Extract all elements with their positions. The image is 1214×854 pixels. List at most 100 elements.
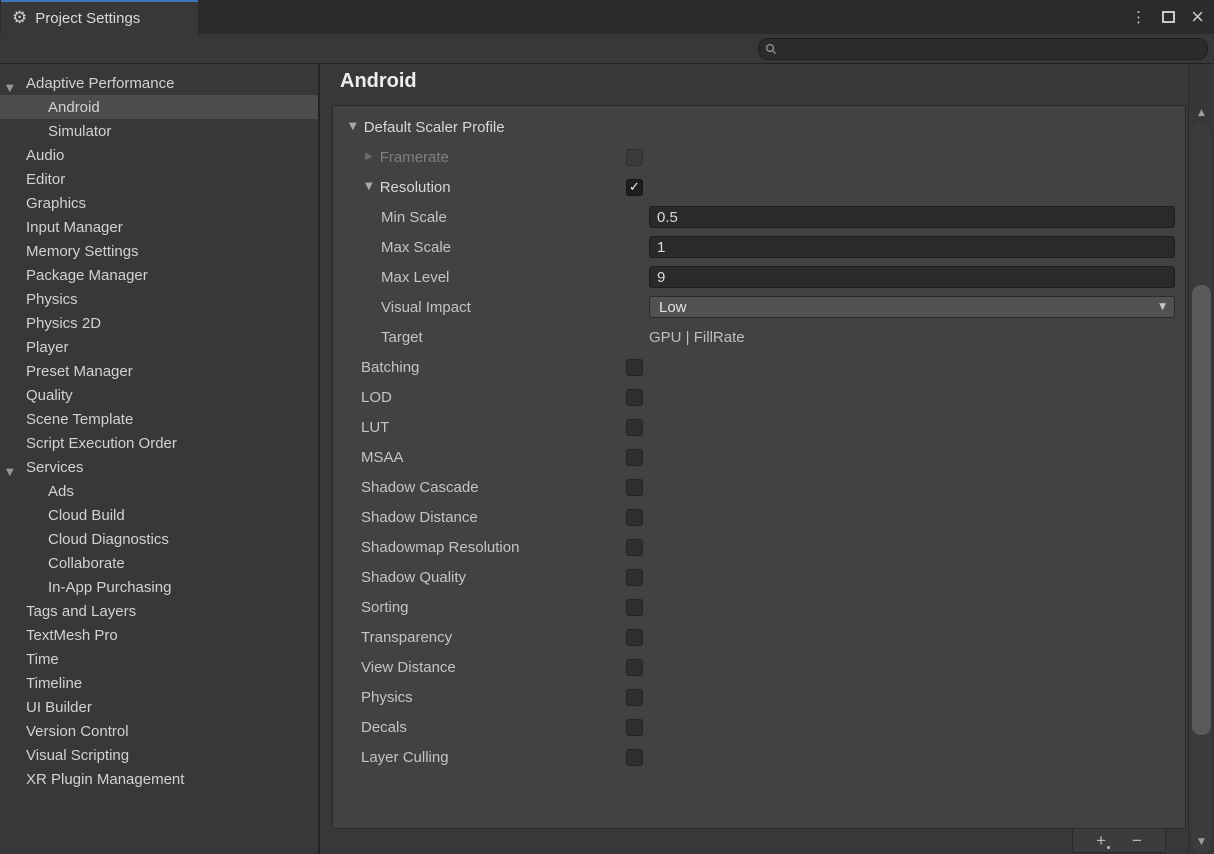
resolution-checkbox[interactable]: ✓ <box>626 179 643 196</box>
check-icon: ✓ <box>629 181 640 194</box>
remove-button[interactable]: − <box>1132 832 1142 849</box>
scrollbar-thumb[interactable] <box>1192 285 1211 735</box>
visual-impact-dropdown[interactable]: Low ▼ <box>649 296 1175 318</box>
sidebar-item[interactable]: Preset Manager <box>0 359 318 383</box>
sidebar-item[interactable]: Player <box>0 335 318 359</box>
sidebar-item[interactable]: Services <box>0 455 318 479</box>
foldout-open-icon[interactable]: ▼ <box>349 122 357 132</box>
sidebar-item[interactable]: Tags and Layers <box>0 599 318 623</box>
scaler-label: LOD <box>333 389 626 406</box>
sidebar-item-label: In-App Purchasing <box>48 579 171 596</box>
settings-sidebar: Adaptive Performance Android Simulator A… <box>0 64 320 854</box>
sidebar-item[interactable]: Package Manager <box>0 263 318 287</box>
scaler-checkbox[interactable] <box>626 509 643 526</box>
sidebar-item-label: Android <box>48 99 100 116</box>
max-scale-input[interactable] <box>649 236 1175 258</box>
sidebar-item[interactable]: Quality <box>0 383 318 407</box>
sidebar-item[interactable]: TextMesh Pro <box>0 623 318 647</box>
window-menu-icon[interactable]: ⋮ <box>1131 10 1146 25</box>
scaler-checkbox[interactable] <box>626 749 643 766</box>
scaler-checkbox[interactable] <box>626 389 643 406</box>
scaler-list: Batching LOD LUT MSAA <box>333 352 1185 772</box>
sidebar-item[interactable]: Script Execution Order <box>0 431 318 455</box>
sidebar-item[interactable]: Timeline <box>0 671 318 695</box>
scaler-label: LUT <box>333 419 626 436</box>
sidebar-item[interactable]: XR Plugin Management <box>0 767 318 791</box>
search-box[interactable] <box>758 38 1208 60</box>
add-button[interactable]: + <box>1096 832 1106 849</box>
sidebar-item-label: UI Builder <box>26 699 92 716</box>
scaler-checkbox[interactable] <box>626 449 643 466</box>
sidebar-item-label: Input Manager <box>26 219 123 236</box>
max-level-input[interactable] <box>649 266 1175 288</box>
sidebar-item[interactable]: UI Builder <box>0 695 318 719</box>
sidebar-item[interactable]: Collaborate <box>0 551 318 575</box>
page-title: Android <box>340 70 417 93</box>
sidebar-item[interactable]: Memory Settings <box>0 239 318 263</box>
foldout-arrow-icon[interactable] <box>6 78 18 90</box>
gear-icon: ⚙ <box>12 10 27 27</box>
scaler-checkbox[interactable] <box>626 479 643 496</box>
scaler-checkbox[interactable] <box>626 719 643 736</box>
sidebar-item-label: Cloud Diagnostics <box>48 531 169 548</box>
scaler-profile-panel: ▼ Default Scaler Profile ▶ Framerate ▼ R… <box>332 105 1186 829</box>
scaler-checkbox[interactable] <box>626 629 643 646</box>
foldout-closed-icon[interactable]: ▶ <box>365 152 373 162</box>
scaler-checkbox[interactable] <box>626 539 643 556</box>
sidebar-item[interactable]: Visual Scripting <box>0 743 318 767</box>
chevron-down-icon: ▼ <box>1159 303 1166 312</box>
scaler-checkbox[interactable] <box>626 659 643 676</box>
scaler-row: Shadow Quality <box>333 562 1185 592</box>
sidebar-item[interactable]: Ads <box>0 479 318 503</box>
sidebar-item[interactable]: Editor <box>0 167 318 191</box>
window-title: Project Settings <box>35 10 140 27</box>
sidebar-item[interactable]: Scene Template <box>0 407 318 431</box>
vertical-scrollbar[interactable]: ▲ ▼ <box>1188 64 1214 854</box>
sidebar-item[interactable]: Physics 2D <box>0 311 318 335</box>
scaler-checkbox[interactable] <box>626 419 643 436</box>
target-label: Target <box>333 329 626 346</box>
close-icon[interactable]: × <box>1191 6 1204 28</box>
scaler-checkbox[interactable] <box>626 599 643 616</box>
sidebar-item[interactable]: Time <box>0 647 318 671</box>
scaler-row: Batching <box>333 352 1185 382</box>
sidebar-item[interactable]: Adaptive Performance <box>0 71 318 95</box>
sidebar-item[interactable]: Cloud Build <box>0 503 318 527</box>
foldout-open-icon[interactable]: ▼ <box>365 182 373 192</box>
scroll-down-icon[interactable]: ▼ <box>1189 838 1214 847</box>
sidebar-item[interactable]: Graphics <box>0 191 318 215</box>
sidebar-item[interactable]: Audio <box>0 143 318 167</box>
tab-project-settings[interactable]: ⚙ Project Settings <box>1 0 198 34</box>
framerate-label: Framerate <box>380 149 449 166</box>
target-value: GPU | FillRate <box>649 329 745 346</box>
min-scale-input[interactable] <box>649 206 1175 228</box>
scaler-checkbox[interactable] <box>626 569 643 586</box>
sidebar-item-label: Cloud Build <box>48 507 125 524</box>
sidebar-item[interactable]: Physics <box>0 287 318 311</box>
scaler-row: Sorting <box>333 592 1185 622</box>
sidebar-item[interactable]: Version Control <box>0 719 318 743</box>
framerate-checkbox[interactable] <box>626 149 643 166</box>
sidebar-item[interactable]: Simulator <box>0 119 318 143</box>
resolution-row: ▼ Resolution ✓ <box>333 172 1185 202</box>
scaler-label: Shadow Cascade <box>333 479 626 496</box>
sidebar-item-label: Adaptive Performance <box>26 75 174 92</box>
scroll-up-icon[interactable]: ▲ <box>1189 109 1214 118</box>
sidebar-item[interactable]: Android <box>0 95 318 119</box>
foldout-arrow-icon[interactable] <box>6 462 18 474</box>
search-input[interactable] <box>781 42 1201 57</box>
scaler-label: Layer Culling <box>333 749 626 766</box>
maximize-icon[interactable] <box>1162 11 1175 23</box>
sidebar-item[interactable]: In-App Purchasing <box>0 575 318 599</box>
scaler-checkbox[interactable] <box>626 689 643 706</box>
sidebar-item-label: TextMesh Pro <box>26 627 118 644</box>
visual-impact-row: Visual Impact Low ▼ <box>333 292 1185 322</box>
sidebar-item[interactable]: Input Manager <box>0 215 318 239</box>
sidebar-item-label: Editor <box>26 171 65 188</box>
sidebar-item-label: Script Execution Order <box>26 435 177 452</box>
sidebar-item[interactable]: Cloud Diagnostics <box>0 527 318 551</box>
scaler-checkbox[interactable] <box>626 359 643 376</box>
sidebar-item-label: Timeline <box>26 675 82 692</box>
default-scaler-profile-foldout[interactable]: ▼ Default Scaler Profile <box>333 112 1185 142</box>
scaler-row: Shadowmap Resolution <box>333 532 1185 562</box>
